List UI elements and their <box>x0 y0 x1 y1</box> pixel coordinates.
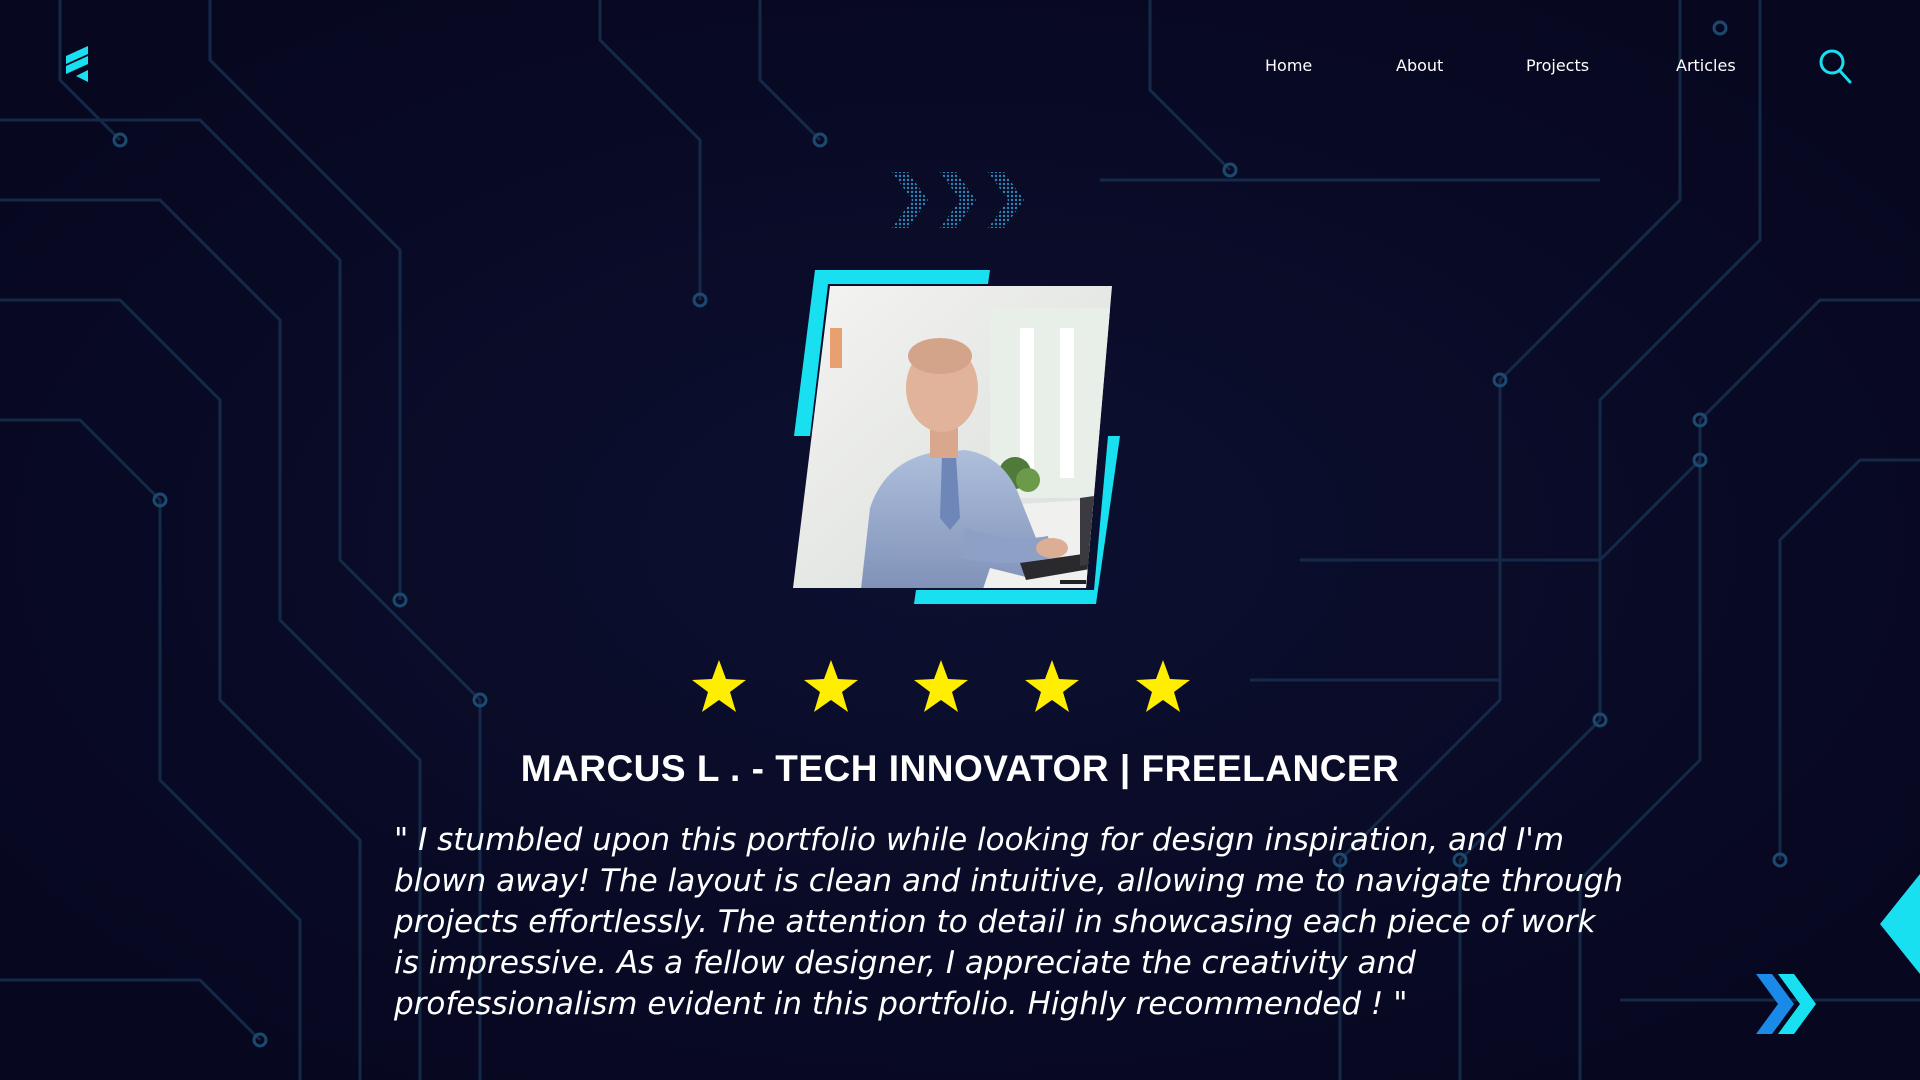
star-icon <box>1025 660 1079 712</box>
nav-item-articles[interactable]: Articles <box>1676 56 1736 75</box>
quote-line: professionalism evident in this portfoli… <box>394 986 1408 1022</box>
quote-line: blown away! The layout is clean and intu… <box>394 863 1624 899</box>
star-icon <box>914 660 968 712</box>
chevron-arrows-icon <box>892 172 1024 228</box>
star-icon <box>692 660 746 712</box>
quote-line: projects effortlessly. The attention to … <box>394 904 1596 940</box>
brand-logo-icon[interactable] <box>62 46 94 84</box>
quote-line: " I stumbled upon this portfolio while l… <box>394 822 1565 858</box>
testimonial-quote: " I stumbled upon this portfolio while l… <box>394 820 1624 1025</box>
main-nav: Home About Projects Articles <box>1250 56 1850 80</box>
star-icon <box>804 660 858 712</box>
avatar <box>793 270 1120 604</box>
rating-stars <box>690 658 1200 716</box>
quote-line: is impressive. As a fellow designer, I a… <box>394 945 1416 981</box>
star-icon <box>1136 660 1190 712</box>
nav-item-projects[interactable]: Projects <box>1526 56 1589 75</box>
testimonial-author: MARCUS L . - TECH INNOVATOR | FREELANCER <box>520 748 1400 789</box>
search-icon[interactable] <box>1818 48 1852 84</box>
nav-item-about[interactable]: About <box>1396 56 1443 75</box>
side-tab-decoration <box>1880 874 1920 974</box>
double-chevron-right-icon[interactable] <box>1754 972 1820 1036</box>
nav-item-home[interactable]: Home <box>1265 56 1312 75</box>
